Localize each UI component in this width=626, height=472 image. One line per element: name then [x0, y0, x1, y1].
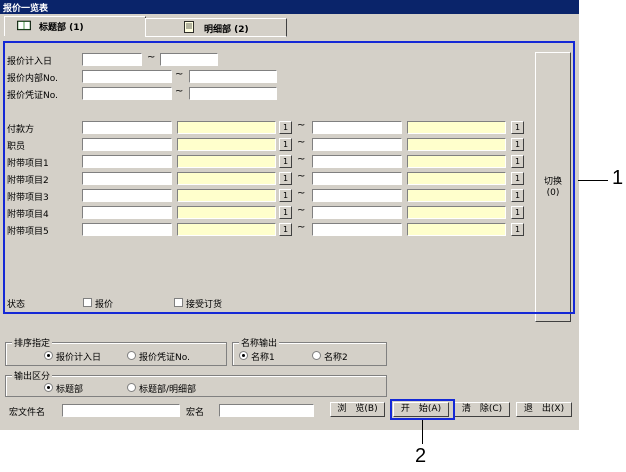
sort-group-caption: 排序指定 — [12, 336, 53, 349]
document-icon — [184, 21, 194, 33]
sort-by-voucher-label: 报价凭证No. — [139, 353, 190, 363]
name1-label: 名称1 — [251, 353, 275, 363]
output-both-label: 标题部/明细部 — [139, 385, 197, 395]
clear-button[interactable]: 清 除(C) — [454, 402, 510, 417]
output-group-caption: 输出区分 — [12, 369, 53, 382]
exit-button[interactable]: 退 出(X) — [516, 402, 572, 417]
browse-button[interactable]: 浏 览(B) — [330, 402, 385, 417]
output-header-label: 标题部 — [56, 385, 84, 395]
macro-name-input[interactable] — [219, 404, 314, 417]
callout-2-leader — [422, 420, 423, 444]
sort-by-voucher-radio[interactable] — [127, 351, 136, 360]
macro-name-label: 宏名 — [186, 408, 205, 418]
callout-2: 2 — [415, 445, 427, 467]
macro-file-label: 宏文件名 — [9, 408, 46, 418]
macro-file-input[interactable] — [62, 404, 180, 417]
callout-1: 1 — [612, 167, 624, 189]
sort-group: 排序指定 报价计入日 报价凭证No. — [5, 336, 227, 366]
tab-detail[interactable]: 明细部 (2) — [145, 18, 287, 37]
name-output-group: 名称输出 名称1 名称2 — [232, 336, 387, 366]
tab-header-label: 标题部 (1) — [39, 23, 84, 33]
tab-detail-label: 明细部 (2) — [204, 25, 249, 35]
sort-by-date-label: 报价计入日 — [56, 353, 102, 363]
name-output-caption: 名称输出 — [239, 336, 280, 349]
callout-1-leader — [578, 180, 608, 181]
highlight-box-2 — [390, 399, 455, 420]
title-bar: 报价一览表 — [0, 0, 579, 14]
tab-header[interactable]: 标题部 (1) — [4, 16, 146, 36]
sort-by-date-radio[interactable] — [44, 351, 53, 360]
output-header-radio[interactable] — [44, 383, 53, 392]
name1-radio[interactable] — [239, 351, 248, 360]
window-title: 报价一览表 — [3, 4, 49, 14]
name2-radio[interactable] — [312, 351, 321, 360]
name2-label: 名称2 — [324, 353, 348, 363]
highlight-box-1 — [3, 41, 575, 314]
output-group: 输出区分 标题部 标题部/明细部 — [5, 369, 387, 397]
tab-strip: 标题部 (1) 明细部 (2) — [0, 14, 579, 37]
output-both-radio[interactable] — [127, 383, 136, 392]
book-icon — [17, 20, 31, 31]
